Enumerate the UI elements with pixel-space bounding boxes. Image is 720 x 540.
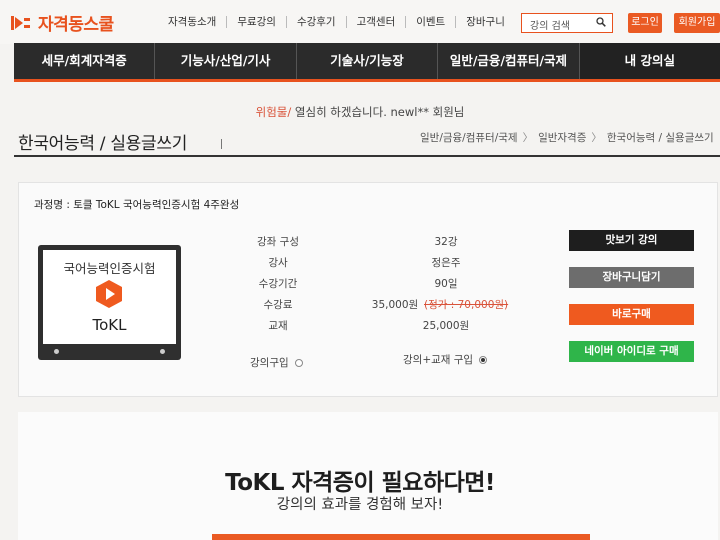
category-technician[interactable]: 기능사/산업/기사	[155, 43, 297, 79]
join-button[interactable]: 회원가입	[674, 13, 720, 33]
search-box	[521, 13, 613, 35]
category-general[interactable]: 일반/금융/컴퓨터/국제	[438, 43, 580, 79]
thumbnail-screen: 국어능력인증시험 ToKL	[43, 250, 176, 344]
radio-unchecked-icon[interactable]	[294, 358, 303, 367]
breadcrumb-separator-icon: 〉	[591, 132, 602, 144]
promo-accent-bar	[212, 534, 590, 540]
info-value-composition: 32강	[434, 236, 458, 248]
preview-lecture-button[interactable]: 맛보기 강의	[569, 230, 694, 251]
info-label-textbook: 교재	[268, 320, 288, 332]
breadcrumb-item[interactable]: 일반자격증	[538, 130, 586, 145]
welcome-text: 열심히 하겠습니다. newl** 회원님	[294, 105, 465, 119]
radio-checked-icon[interactable]	[479, 355, 488, 364]
breadcrumb: 일반/금융/컴퓨터/국제 〉 일반자격증 〉 한국어능력 / 실용글쓰기	[420, 130, 714, 145]
nav-cart[interactable]: 장바구니	[456, 16, 515, 28]
thumbnail-bottom-text: ToKL	[92, 316, 127, 334]
info-original-price: (정가 : 70,000원)	[424, 299, 509, 311]
nav-reviews[interactable]: 수강후기	[287, 16, 347, 28]
thumbnail-dot	[160, 349, 165, 354]
breadcrumb-item[interactable]: 한국어능력 / 실용글쓰기	[607, 130, 714, 145]
course-thumbnail: 국어능력인증시험 ToKL	[38, 245, 181, 360]
login-button[interactable]: 로그인	[628, 13, 662, 33]
search-input[interactable]	[522, 17, 596, 35]
play-icon[interactable]	[96, 280, 122, 308]
promo-title: ToKL 자격증이 필요하다면!	[225, 470, 495, 496]
logo-icon	[11, 15, 30, 30]
info-label-composition: 강좌 구성	[257, 236, 299, 248]
my-classroom-link[interactable]: 내 강의실	[579, 43, 720, 79]
promo-subtitle: 강의의 효과를 경험해 보자!	[276, 497, 444, 513]
info-value-period: 90일	[434, 278, 458, 290]
breadcrumb-item[interactable]: 일반/금융/컴퓨터/국제	[420, 130, 518, 145]
course-name: 과정명 : 토클 ToKL 국어능력인증시험 4주완성	[34, 199, 240, 211]
brand-name: 자격동스쿨	[38, 15, 114, 35]
nav-accent-line	[14, 79, 720, 82]
nav-free-lectures[interactable]: 무료강의	[227, 16, 287, 28]
welcome-message: 위험물/ 열심히 하겠습니다. newl** 회원님	[0, 104, 720, 120]
option-lecture-textbook[interactable]: 강의+교재 구입	[403, 352, 488, 367]
category-tax-accounting[interactable]: 세무/회계자격증	[14, 43, 156, 79]
naver-buy-button[interactable]: 네이버 아이디로 구매	[569, 341, 694, 362]
info-value-fee: 35,000원	[371, 299, 419, 311]
site-logo[interactable]: 자격동스쿨	[10, 10, 114, 35]
thumbnail-dot	[54, 349, 59, 354]
nav-events[interactable]: 이벤트	[406, 16, 457, 28]
welcome-user-id: 위험물	[255, 105, 288, 119]
thumbnail-top-text: 국어능력인증시험	[63, 261, 156, 276]
welcome-slash: /	[287, 105, 292, 119]
info-label-instructor: 강사	[268, 257, 288, 269]
option-lecture-textbook-label: 강의+교재 구입	[403, 354, 474, 366]
nav-customer-center[interactable]: 고객센터	[347, 16, 407, 28]
info-label-period: 수강기간	[258, 278, 298, 290]
search-icon[interactable]	[596, 17, 606, 27]
breadcrumb-separator-icon: 〉	[522, 132, 534, 144]
option-lecture-only-label: 강의구입	[250, 357, 289, 369]
buy-now-button[interactable]: 바로구매	[569, 304, 694, 325]
option-lecture-only[interactable]: 강의구입	[250, 355, 303, 370]
category-master[interactable]: 기술사/기능장	[297, 43, 439, 79]
page-title: 한국어능력 / 실용글쓰기	[18, 134, 188, 154]
category-nav: 세무/회계자격증 기능사/산업/기사 기술사/기능장 일반/금융/컴퓨터/국제 …	[14, 43, 720, 79]
info-label-fee: 수강료	[263, 299, 293, 311]
add-to-cart-button[interactable]: 장바구니담기	[569, 267, 694, 288]
top-bar: 자격동스쿨 자격동소개 무료강의 수강후기 고객센터 이벤트 장바구니 로그인 …	[0, 0, 720, 44]
title-rule	[14, 155, 720, 157]
info-value-instructor: 정은주	[431, 257, 461, 269]
top-nav: 자격동소개 무료강의 수강후기 고객센터 이벤트 장바구니	[158, 16, 515, 28]
info-value-textbook: 25,000원	[422, 320, 470, 332]
title-divider	[221, 139, 222, 149]
nav-about[interactable]: 자격동소개	[158, 16, 228, 28]
